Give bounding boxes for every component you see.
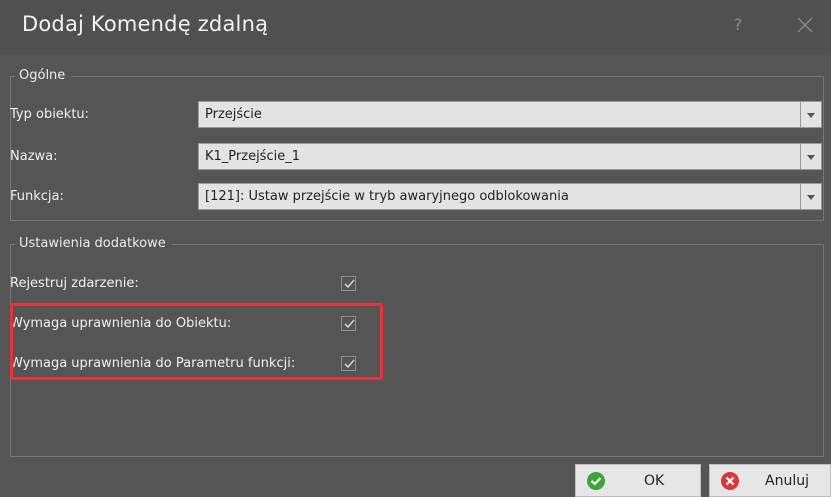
highlight-annotation: [10, 303, 383, 380]
object-type-label: Typ obiektu:: [10, 107, 90, 122]
ok-button-label: OK: [644, 473, 665, 489]
x-circle-icon: [721, 472, 739, 490]
cancel-button-label: Anuluj: [765, 473, 809, 489]
dialog-title: Dodaj Komendę zdalną: [22, 12, 269, 36]
check-circle-icon: [587, 472, 605, 490]
checkmark-icon: [344, 279, 355, 289]
name-value: K1_Przejście_1: [205, 149, 300, 164]
ok-button[interactable]: OK: [575, 464, 701, 497]
name-select[interactable]: K1_Przejście_1: [198, 143, 822, 170]
function-label: Funkcja:: [10, 189, 64, 204]
help-icon[interactable]: ?: [728, 14, 748, 36]
register-event-label: Rejestruj zdarzenie:: [10, 276, 139, 291]
object-type-select[interactable]: Przejście: [198, 101, 822, 128]
function-select[interactable]: [121]: Ustaw przejście w tryb awaryjnego…: [198, 183, 822, 210]
general-group-title: Ogólne: [15, 68, 72, 83]
dialog-titlebar: Dodaj Komendę zdalną ?: [0, 0, 831, 54]
extra-settings-group-title: Ustawienia dodatkowe: [15, 236, 172, 251]
close-icon[interactable]: [794, 13, 816, 37]
name-label: Nazwa:: [10, 149, 58, 164]
cancel-button[interactable]: Anuluj: [709, 464, 831, 497]
register-event-checkbox[interactable]: [341, 276, 356, 291]
object-type-value: Przejście: [205, 107, 262, 122]
chevron-down-icon[interactable]: [800, 102, 821, 127]
chevron-down-icon[interactable]: [800, 144, 821, 169]
chevron-down-icon[interactable]: [800, 184, 821, 209]
function-value: [121]: Ustaw przejście w tryb awaryjnego…: [205, 189, 569, 204]
remote-command-dialog: Dodaj Komendę zdalną ? Ogólne Typ obiekt…: [0, 0, 831, 497]
